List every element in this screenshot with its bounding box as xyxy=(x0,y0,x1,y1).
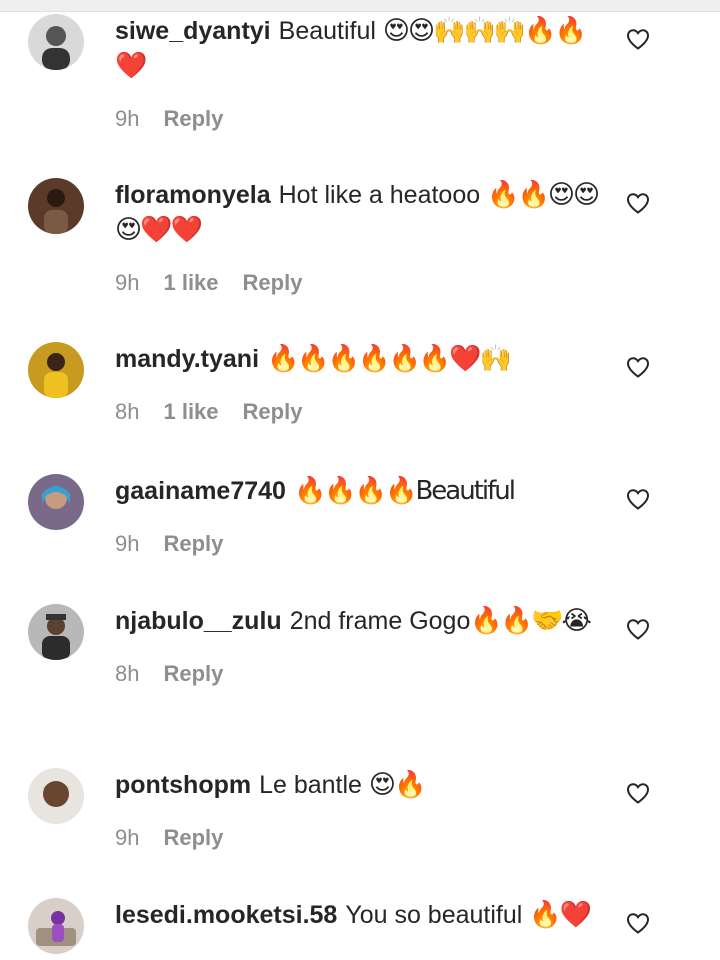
comment-text: siwe_dyantyi Beautiful 😍😍🙌🙌🙌🔥🔥❤️ xyxy=(115,14,605,84)
heart-outline-icon[interactable] xyxy=(626,912,650,934)
heart-outline-icon[interactable] xyxy=(626,782,650,804)
comment-text: gaainame7740 🔥🔥🔥🔥Beautiful xyxy=(115,474,605,509)
timestamp: 9h xyxy=(115,106,140,131)
timestamp: 9h xyxy=(115,270,140,295)
reply-button[interactable]: Reply xyxy=(243,270,303,296)
comment-meta: 9h 1 like Reply xyxy=(115,270,605,296)
avatar-image xyxy=(28,14,84,70)
comment-text: pontshopm Le bantle 😍🔥 xyxy=(115,768,605,803)
username-link[interactable]: njabulo__zulu xyxy=(115,607,282,635)
avatar-image xyxy=(28,178,84,234)
comment-emoji: 🔥❤️ xyxy=(529,900,592,930)
avatar[interactable] xyxy=(28,604,84,660)
heart-outline-icon[interactable] xyxy=(626,356,650,378)
reply-button[interactable]: Reply xyxy=(163,106,223,132)
timestamp: 9h xyxy=(115,531,140,556)
username-link[interactable]: gaainame7740 xyxy=(115,477,286,505)
reply-button[interactable]: Reply xyxy=(163,661,223,687)
comment-emoji: 🔥🔥🔥🔥Beautiful xyxy=(293,476,516,506)
username-link[interactable]: pontshopm xyxy=(115,771,251,799)
comment-body: Beautiful xyxy=(278,17,383,45)
comment-body: Le bantle xyxy=(259,771,369,799)
comment-text: mandy.tyani 🔥🔥🔥🔥🔥🔥❤️🙌 xyxy=(115,342,605,377)
avatar[interactable] xyxy=(28,898,84,954)
heart-outline-icon[interactable] xyxy=(626,192,650,214)
comment-emoji: 🔥🔥🔥🔥🔥🔥❤️🙌 xyxy=(267,344,512,374)
avatar-image xyxy=(28,604,84,660)
comment-meta: 9h Reply xyxy=(115,106,605,132)
likes-count[interactable]: 1 like xyxy=(163,270,218,296)
avatar-image xyxy=(28,768,84,824)
comment-text: floramonyela Hot like a heatooo 🔥🔥😍😍😍❤️❤️ xyxy=(115,178,605,248)
comment-body: Hot like a heatooo xyxy=(278,181,488,209)
heart-outline-icon[interactable] xyxy=(626,488,650,510)
avatar-image xyxy=(28,342,84,398)
comment-emoji: 🔥🔥🤝😭 xyxy=(470,606,591,636)
username-link[interactable]: siwe_dyantyi xyxy=(115,17,271,45)
avatar-image xyxy=(28,898,84,954)
comment-meta: 8h 1 like Reply xyxy=(115,399,605,425)
top-edge-bar xyxy=(0,0,720,12)
avatar[interactable] xyxy=(28,14,84,70)
comment-text: lesedi.mooketsi.58 You so beautiful 🔥❤️ xyxy=(115,898,605,933)
avatar-image xyxy=(28,474,84,530)
comment-meta: 9h Reply xyxy=(115,531,605,557)
username-link[interactable]: mandy.tyani xyxy=(115,345,259,373)
comment-meta: 8h Reply xyxy=(115,661,605,687)
reply-button[interactable]: Reply xyxy=(163,531,223,557)
reply-button[interactable]: Reply xyxy=(163,825,223,851)
comment-emoji: 😍🔥 xyxy=(368,770,427,800)
avatar[interactable] xyxy=(28,342,84,398)
likes-count[interactable]: 1 like xyxy=(163,399,218,425)
comment-meta: 9h Reply xyxy=(115,825,605,851)
timestamp: 8h xyxy=(115,399,140,424)
timestamp: 8h xyxy=(115,661,140,686)
comment-body: 2nd frame Gogo xyxy=(289,607,471,635)
avatar[interactable] xyxy=(28,178,84,234)
heart-outline-icon[interactable] xyxy=(626,28,650,50)
avatar[interactable] xyxy=(28,768,84,824)
username-link[interactable]: lesedi.mooketsi.58 xyxy=(115,901,337,929)
timestamp: 9h xyxy=(115,825,140,850)
username-link[interactable]: floramonyela xyxy=(115,181,271,209)
heart-outline-icon[interactable] xyxy=(626,618,650,640)
comment-text: njabulo__zulu 2nd frame Gogo🔥🔥🤝😭 xyxy=(115,604,605,639)
comment-body: You so beautiful xyxy=(345,901,530,929)
reply-button[interactable]: Reply xyxy=(243,399,303,425)
avatar[interactable] xyxy=(28,474,84,530)
